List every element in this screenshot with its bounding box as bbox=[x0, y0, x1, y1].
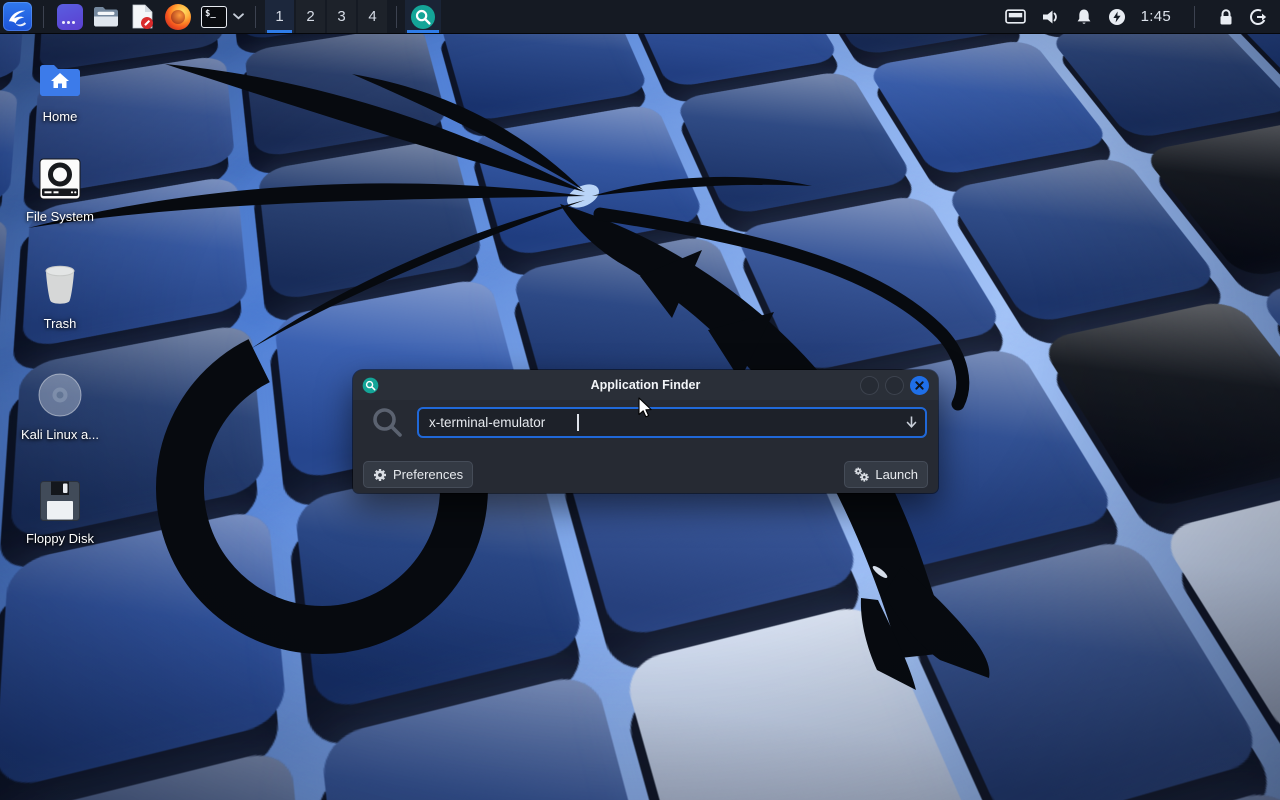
workspace-button-4[interactable]: 4 bbox=[358, 0, 387, 33]
desktop-icon-kali-linux[interactable]: Kali Linux a... bbox=[4, 372, 116, 442]
desktop-icon-label: Home bbox=[43, 109, 78, 124]
maximize-button[interactable] bbox=[885, 376, 904, 395]
clock[interactable]: 1:45 bbox=[1141, 8, 1171, 25]
panel-separator bbox=[43, 6, 44, 28]
launcher-web-browser[interactable] bbox=[162, 1, 194, 33]
search-row bbox=[353, 406, 938, 439]
preferences-button[interactable]: Preferences bbox=[363, 461, 473, 488]
desktop-icon-label: File System bbox=[26, 209, 94, 224]
panel-separator bbox=[396, 6, 397, 28]
launch-button[interactable]: Launch bbox=[844, 461, 928, 488]
cli-terminal-icon: $_ bbox=[201, 6, 227, 28]
desktop-icon-label: Trash bbox=[44, 316, 77, 331]
desktop-icon-label: Kali Linux a... bbox=[21, 427, 99, 442]
panel-left-cluster: $_ 1 2 3 4 bbox=[0, 0, 441, 33]
power-manager-icon[interactable] bbox=[1108, 8, 1126, 26]
keyboard-icon[interactable] bbox=[1005, 9, 1026, 24]
dropdown-arrow-icon[interactable] bbox=[905, 415, 918, 434]
gear-icon bbox=[373, 468, 387, 482]
launcher-cli-terminal[interactable]: $_ bbox=[198, 1, 230, 33]
volume-icon[interactable] bbox=[1041, 8, 1060, 26]
top-panel: $_ 1 2 3 4 bbox=[0, 0, 1280, 34]
launcher-dropdown-button[interactable] bbox=[233, 13, 244, 20]
workspace-label: 2 bbox=[306, 8, 314, 25]
panel-separator bbox=[1194, 6, 1195, 28]
panel-right-cluster: 1:45 bbox=[1005, 0, 1280, 33]
search-input-wrap bbox=[417, 407, 927, 438]
terminal-emulator-icon bbox=[57, 4, 83, 30]
window-app-icon bbox=[362, 377, 379, 394]
workspace-label: 3 bbox=[337, 8, 345, 25]
floppy-disk-icon bbox=[39, 480, 81, 522]
titlebar[interactable]: Application Finder bbox=[353, 370, 938, 400]
preferences-label: Preferences bbox=[393, 467, 463, 482]
search-icon bbox=[371, 406, 404, 439]
workspace-button-2[interactable]: 2 bbox=[296, 0, 325, 33]
launcher-file-manager[interactable] bbox=[90, 1, 122, 33]
notifications-bell-icon[interactable] bbox=[1075, 8, 1093, 26]
application-finder-icon bbox=[410, 4, 436, 30]
minimize-button[interactable] bbox=[860, 376, 879, 395]
chevron-down-icon bbox=[233, 13, 244, 20]
dialog-footer: Preferences Launch bbox=[363, 461, 928, 488]
launcher-terminal-emulator[interactable] bbox=[54, 1, 86, 33]
window-title: Application Finder bbox=[353, 378, 938, 392]
taskbar-button-application-finder[interactable] bbox=[405, 0, 441, 33]
desktop-icon-file-system[interactable]: File System bbox=[4, 158, 116, 224]
launch-label: Launch bbox=[875, 467, 918, 482]
workspace-label: 4 bbox=[368, 8, 376, 25]
desktop-icon-home[interactable]: Home bbox=[4, 60, 116, 124]
home-folder-icon bbox=[38, 60, 82, 100]
terminal-prompt-glyph: $_ bbox=[205, 9, 216, 19]
desktop: Home File System Trash Kali Linux a... bbox=[0, 0, 1280, 800]
close-button[interactable] bbox=[910, 376, 929, 395]
disc-icon bbox=[37, 372, 83, 418]
trash-icon bbox=[41, 263, 79, 307]
app-search-input[interactable] bbox=[417, 407, 927, 438]
file-manager-icon bbox=[93, 5, 119, 28]
desktop-icon-floppy-disk[interactable]: Floppy Disk bbox=[4, 480, 116, 546]
desktop-icon-trash[interactable]: Trash bbox=[4, 263, 116, 331]
panel-separator bbox=[255, 6, 256, 28]
workspace-label: 1 bbox=[275, 8, 283, 25]
execute-gears-icon bbox=[854, 467, 869, 482]
text-caret bbox=[577, 414, 579, 431]
close-icon bbox=[915, 381, 924, 390]
workspace-button-1[interactable]: 1 bbox=[265, 0, 294, 33]
workspace-button-3[interactable]: 3 bbox=[327, 0, 356, 33]
lock-icon[interactable] bbox=[1218, 8, 1234, 26]
window-controls bbox=[854, 376, 929, 395]
desktop-icon-label: Floppy Disk bbox=[26, 531, 94, 546]
applications-menu-button[interactable] bbox=[3, 2, 32, 31]
logout-icon[interactable] bbox=[1249, 8, 1268, 26]
text-editor-icon bbox=[131, 3, 154, 30]
application-finder-window: Application Finder bbox=[353, 370, 938, 493]
kali-logo-icon bbox=[6, 5, 29, 28]
launcher-text-editor[interactable] bbox=[126, 1, 158, 33]
firefox-icon bbox=[165, 4, 191, 30]
file-system-drive-icon bbox=[39, 158, 81, 200]
